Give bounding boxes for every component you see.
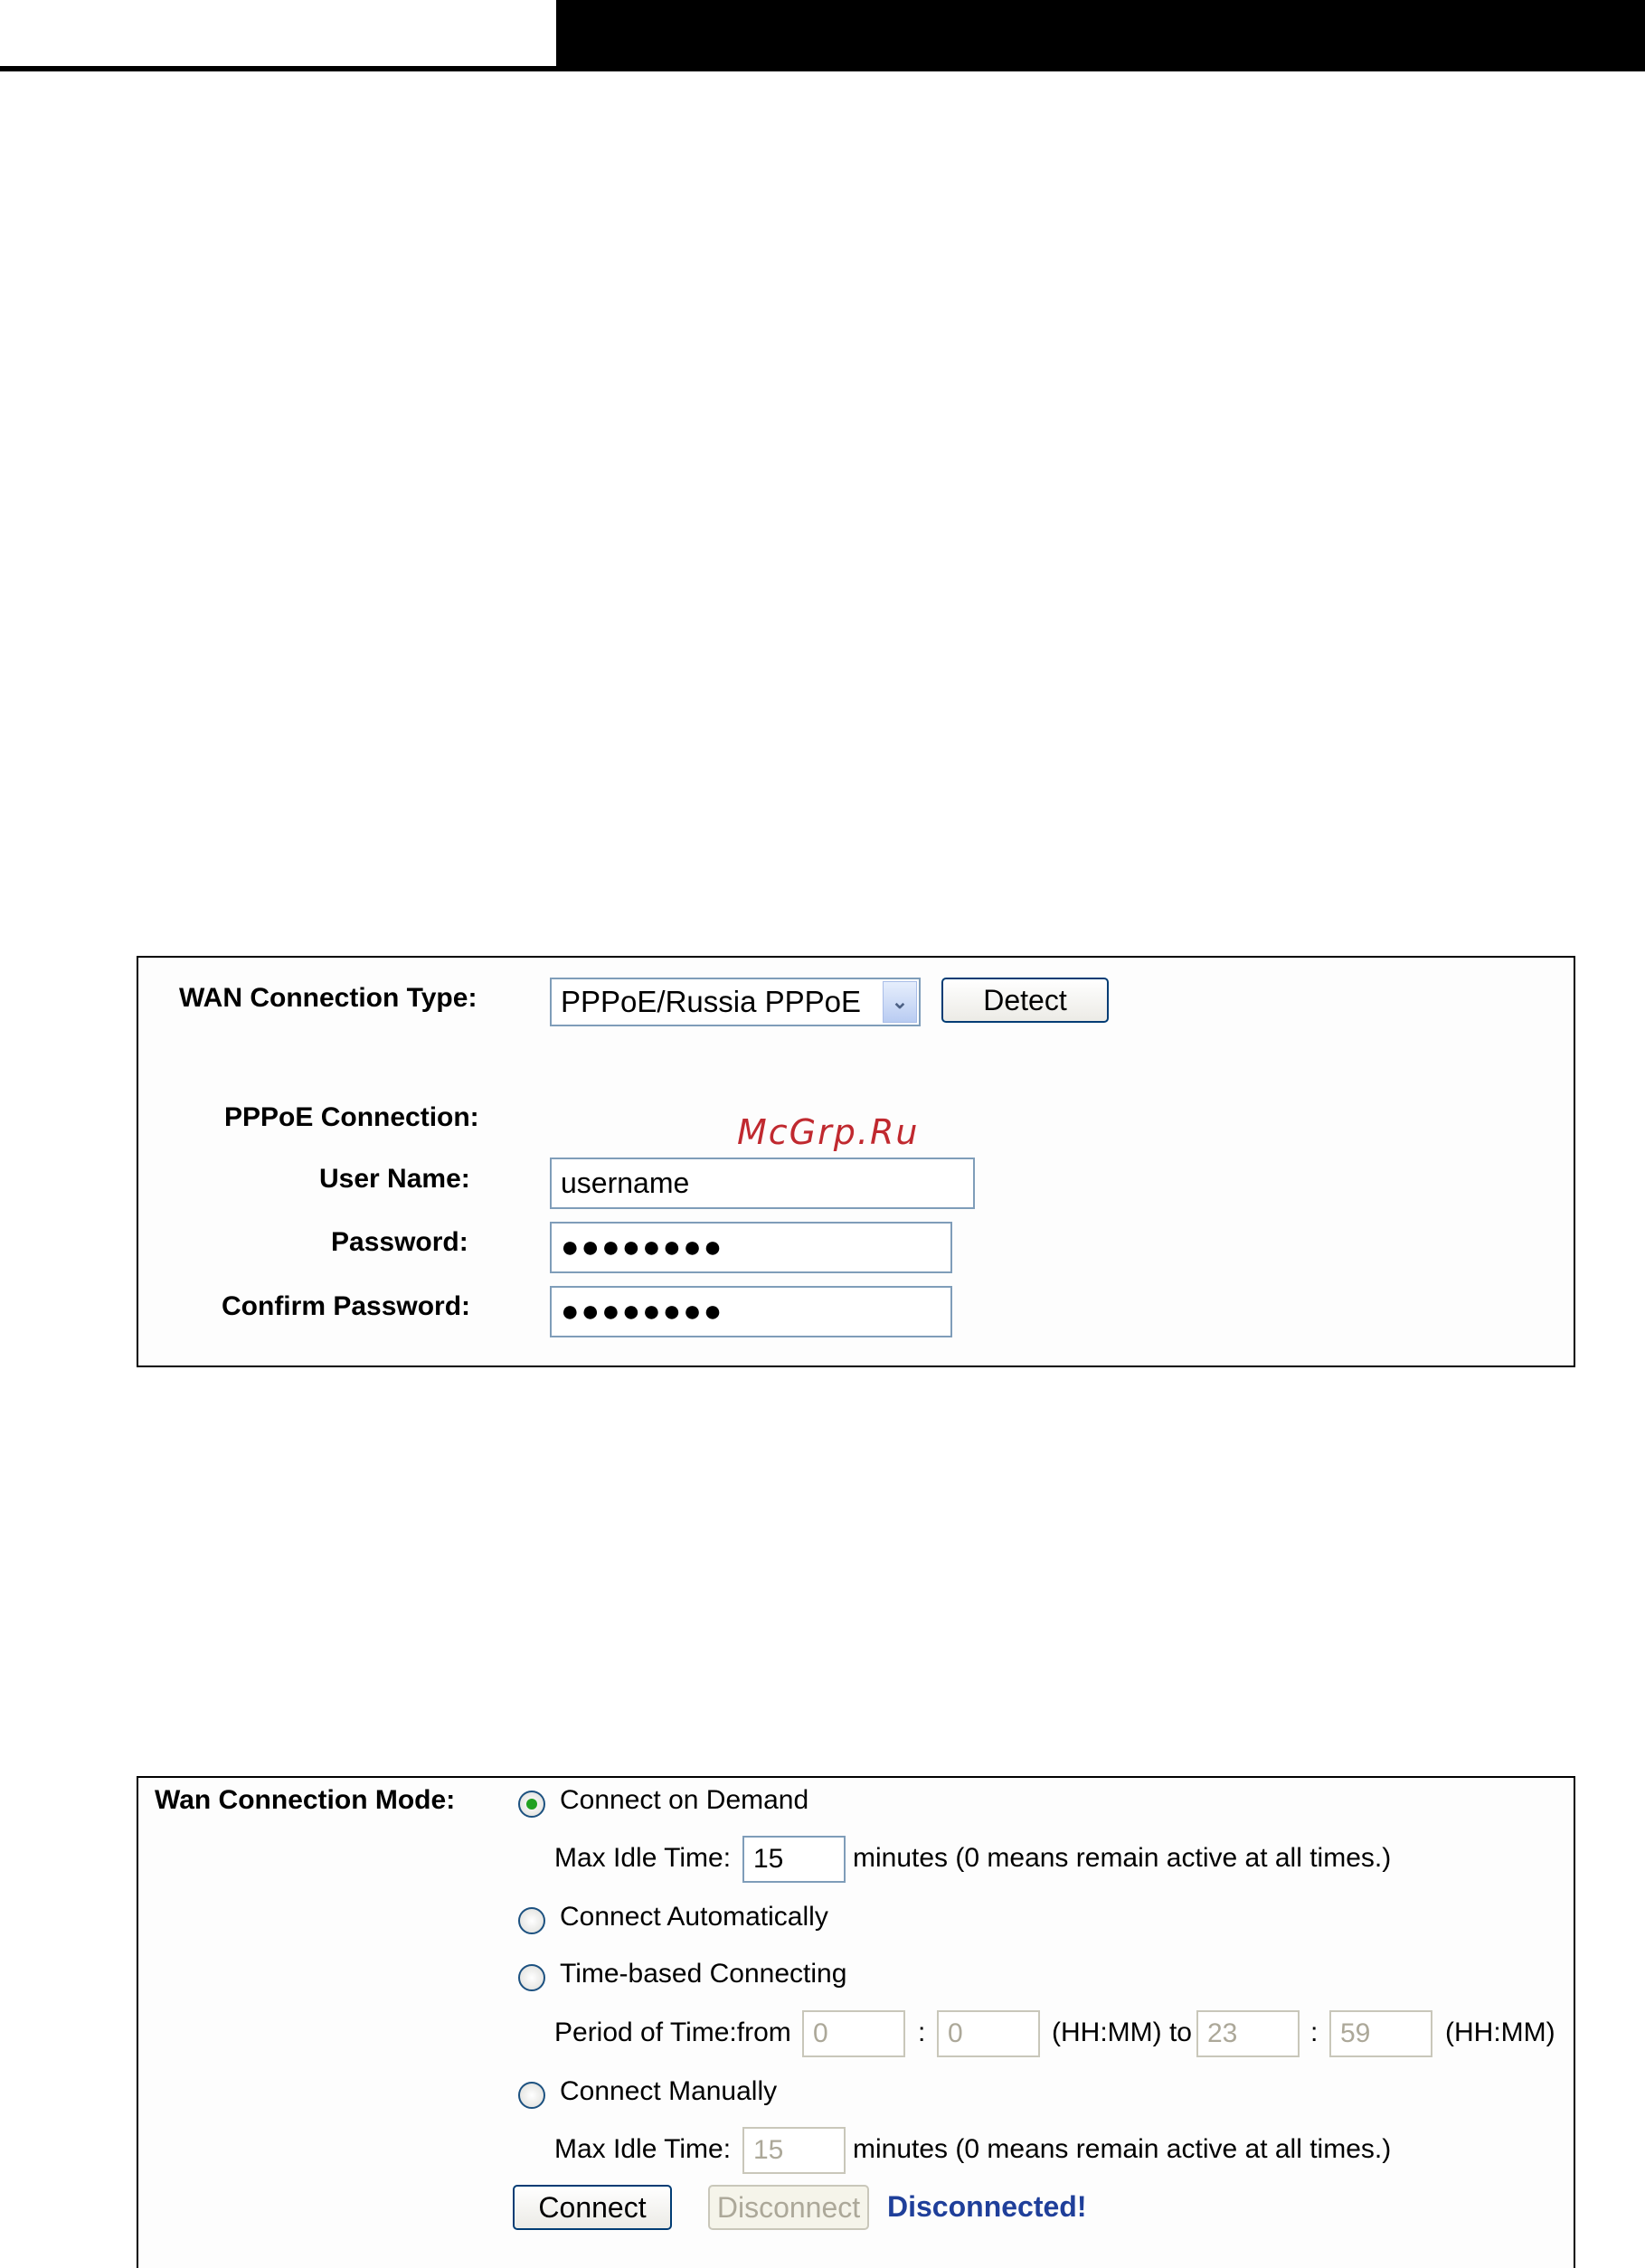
time-based-label: Time-based Connecting	[560, 1959, 847, 1989]
from-minute-input[interactable]: 0	[937, 2010, 1040, 2057]
connection-status: Disconnected!	[887, 2190, 1087, 2223]
radio-time-based[interactable]	[518, 1964, 545, 1991]
pppoe-settings-panel: WAN Connection Type: PPPoE/Russia PPPoE …	[137, 956, 1575, 1367]
manual-max-idle-input[interactable]: 15	[742, 2127, 846, 2174]
from-hour-input[interactable]: 0	[802, 2010, 905, 2057]
wan-connection-type-value: PPPoE/Russia PPPoE	[561, 985, 861, 1018]
pppoe-connection-label: PPPoE Connection:	[224, 1102, 479, 1132]
radio-connect-automatically[interactable]	[518, 1907, 545, 1934]
username-field[interactable]: username	[550, 1158, 975, 1209]
detect-button[interactable]: Detect	[941, 978, 1109, 1023]
watermark: McGrp.Ru	[737, 1112, 920, 1152]
manual-minutes-note: minutes (0 means remain active at all ti…	[853, 2134, 1392, 2164]
time-separator: :	[918, 2018, 926, 2047]
header-rule	[0, 66, 556, 71]
disconnect-button[interactable]: Disconnect	[708, 2185, 869, 2230]
connect-manually-label: Connect Manually	[560, 2076, 778, 2106]
hhmm-to-label: (HH:MM) to	[1052, 2018, 1192, 2047]
period-of-time-label: Period of Time:from	[554, 2018, 791, 2047]
minutes-note: minutes (0 means remain active at all ti…	[853, 1843, 1392, 1873]
max-idle-time-input[interactable]: 15	[742, 1836, 846, 1883]
password-field[interactable]: ●●●●●●●●	[550, 1222, 952, 1273]
connect-button[interactable]: Connect	[513, 2185, 672, 2230]
wan-connection-type-select[interactable]: PPPoE/Russia PPPoE ⌄	[550, 978, 921, 1026]
confirm-password-field[interactable]: ●●●●●●●●	[550, 1286, 952, 1337]
connect-automatically-label: Connect Automatically	[560, 1902, 828, 1932]
chevron-down-icon[interactable]: ⌄	[883, 981, 917, 1023]
header-bar	[556, 0, 1645, 71]
max-idle-time-label: Max Idle Time:	[554, 1843, 732, 1873]
hhmm-end-label: (HH:MM)	[1445, 2018, 1555, 2047]
to-hour-input[interactable]: 23	[1196, 2010, 1300, 2057]
connect-on-demand-label: Connect on Demand	[560, 1785, 809, 1815]
confirm-password-label: Confirm Password:	[222, 1291, 471, 1321]
manual-max-idle-label: Max Idle Time:	[554, 2134, 732, 2164]
wan-connection-type-label: WAN Connection Type:	[179, 983, 477, 1013]
radio-connect-manually[interactable]	[518, 2082, 545, 2109]
radio-connect-on-demand[interactable]	[518, 1791, 545, 1818]
password-label: Password:	[331, 1227, 468, 1257]
username-label: User Name:	[319, 1164, 470, 1194]
to-minute-input[interactable]: 59	[1329, 2010, 1432, 2057]
wan-connection-mode-label: Wan Connection Mode:	[155, 1785, 456, 1815]
wan-connection-mode-panel: Wan Connection Mode: Connect on Demand M…	[137, 1776, 1575, 2268]
time-separator: :	[1310, 2018, 1319, 2047]
